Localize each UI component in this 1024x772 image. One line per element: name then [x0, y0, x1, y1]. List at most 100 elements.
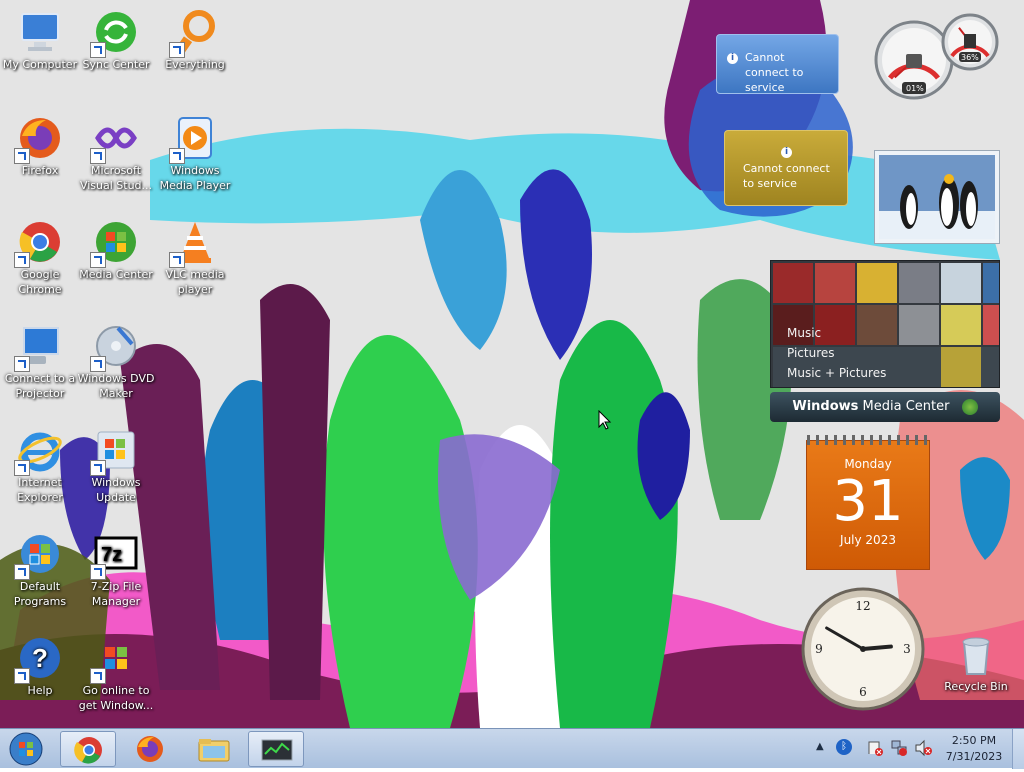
desktop-icon-sync-center[interactable]: Sync Center [76, 8, 156, 72]
icon-label: Internet Explorer [17, 476, 63, 504]
taskbar-task-manager-button[interactable] [248, 731, 304, 767]
icon-label: Media Center [79, 268, 153, 281]
bluetooth-icon[interactable]: ᛒ [836, 739, 852, 755]
media-center-icon [90, 218, 140, 268]
shortcut-arrow-icon [169, 252, 185, 268]
shortcut-arrow-icon [169, 42, 185, 58]
sync-icon [90, 8, 140, 58]
media-center-brand: Windows [792, 399, 859, 414]
icon-label: Default Programs [13, 580, 67, 608]
icon-label: Firefox [21, 164, 59, 177]
clock-numeral-6: 6 [859, 685, 867, 699]
icon-label: Microsoft Visual Stud... [79, 164, 153, 192]
media-center-gadget[interactable]: Music Pictures Music + Pictures Windows … [770, 260, 1000, 422]
clock-gadget[interactable]: 12 3 6 9 [800, 586, 926, 712]
desktop-icon-help[interactable]: ? Help [0, 634, 80, 698]
clock-numeral-3: 3 [903, 642, 911, 656]
desktop-icon-visual-studio[interactable]: Microsoft Visual Stud... [76, 114, 156, 193]
media-center-brand-bar[interactable]: Windows Media Center [770, 392, 1000, 422]
shortcut-arrow-icon [14, 668, 30, 684]
cpu-meter-gadget[interactable]: 01% 36% [872, 8, 1002, 100]
desktop-icon-connect-projector[interactable]: Connect to a Projector [0, 322, 80, 401]
desktop-icon-default-programs[interactable]: Default Programs [0, 530, 80, 609]
desktop-icon-recycle-bin[interactable]: Recycle Bin [936, 630, 1016, 694]
icon-label: Help [27, 684, 53, 697]
windows-update-icon [90, 426, 140, 476]
start-button[interactable] [4, 731, 48, 767]
recycle-bin-icon [952, 630, 1000, 678]
taskbar-explorer-button[interactable] [186, 731, 242, 767]
slideshow-gadget[interactable] [874, 150, 1000, 244]
desktop-icon-dvd-maker[interactable]: Windows DVD Maker [76, 322, 156, 401]
icon-label: Google Chrome [18, 268, 62, 296]
taskbar-chrome-button[interactable] [60, 731, 116, 767]
memory-percent: 36% [961, 53, 979, 62]
shortcut-arrow-icon [14, 252, 30, 268]
icon-label: Go online to get Window... [78, 684, 154, 712]
desktop-icon-media-center[interactable]: Media Center [76, 218, 156, 282]
icon-label: Windows Media Player [159, 164, 231, 192]
desktop-icon-vlc[interactable]: VLC media player [155, 218, 235, 297]
taskbar-firefox-button[interactable] [122, 731, 178, 767]
shortcut-arrow-icon [14, 148, 30, 164]
icon-label: Windows Update [91, 476, 141, 504]
calendar-day: 31 [832, 469, 904, 534]
media-center-item-pictures[interactable]: Pictures [787, 343, 886, 363]
shortcut-arrow-icon [90, 356, 106, 372]
action-center-icon[interactable] [866, 739, 884, 757]
shortcut-arrow-icon [90, 252, 106, 268]
shortcut-arrow-icon [90, 42, 106, 58]
shortcut-arrow-icon [14, 564, 30, 580]
windows-online-icon [90, 634, 140, 684]
shortcut-arrow-icon [169, 148, 185, 164]
task-manager-icon [261, 739, 293, 761]
tray-clock[interactable]: 2:50 PM 7/31/2023 [940, 733, 1008, 765]
icon-label: Sync Center [82, 58, 150, 71]
icon-label: VLC media player [165, 268, 225, 296]
icon-label: Everything [165, 58, 225, 71]
shortcut-arrow-icon [14, 460, 30, 476]
desktop-icon-firefox[interactable]: Firefox [0, 114, 80, 178]
icon-label: Windows DVD Maker [77, 372, 155, 400]
desktop-icon-media-player[interactable]: Windows Media Player [155, 114, 235, 193]
chrome-icon [74, 737, 102, 764]
projector-icon [14, 322, 64, 372]
desktop-icon-seven-zip[interactable]: 7z 7-Zip File Manager [76, 530, 156, 609]
media-center-brand-suffix: Media Center [862, 399, 950, 414]
clock-numeral-12: 12 [855, 599, 870, 613]
help-icon: ? [14, 634, 64, 684]
clock-numeral-9: 9 [815, 642, 823, 656]
svg-text:?: ? [32, 643, 48, 673]
network-icon[interactable] [890, 739, 908, 757]
penguins-photo [879, 155, 995, 239]
taskbar: ▲ ᛒ 2:50 PM 7/31/2023 [0, 728, 1024, 769]
desktop-icon-everything[interactable]: Everything [155, 8, 235, 72]
media-center-item-music-pictures[interactable]: Music + Pictures [787, 363, 886, 383]
weather-notice-text: Cannot connect to service [745, 51, 804, 94]
seven-zip-icon: 7z [90, 530, 140, 580]
computer-icon [16, 8, 64, 56]
visual-studio-icon [90, 114, 140, 164]
desktop-icon-internet-explorer[interactable]: Internet Explorer [0, 426, 80, 505]
show-desktop-button[interactable] [1012, 729, 1024, 769]
desktop-icon-windows-update[interactable]: Windows Update [76, 426, 156, 505]
calendar-gadget[interactable]: Monday 31 July 2023 [806, 435, 930, 570]
weather-gadget[interactable]: i Cannot connect to service [716, 34, 839, 94]
media-center-item-music[interactable]: Music [787, 323, 886, 343]
windows-orb-icon [961, 398, 978, 415]
desktop-icon-go-online[interactable]: Go online to get Window... [76, 634, 156, 713]
icon-label: Recycle Bin [944, 680, 1008, 693]
vlc-icon [169, 218, 219, 268]
search-ring-icon [169, 8, 219, 58]
firefox-icon [14, 114, 64, 164]
calendar-rings [807, 435, 929, 445]
desktop[interactable]: My Computer Sync Center Everything Firef… [0, 0, 1024, 728]
windows-start-icon [9, 732, 43, 766]
desktop-icon-google-chrome[interactable]: Google Chrome [0, 218, 80, 297]
info-icon: i [781, 147, 792, 158]
currency-gadget[interactable]: i Cannot connect to service [724, 130, 848, 206]
desktop-icon-my-computer[interactable]: My Computer [0, 8, 80, 72]
show-hidden-icons-icon[interactable]: ▲ [816, 741, 824, 752]
firefox-icon [137, 736, 163, 762]
volume-muted-icon[interactable] [914, 739, 934, 757]
